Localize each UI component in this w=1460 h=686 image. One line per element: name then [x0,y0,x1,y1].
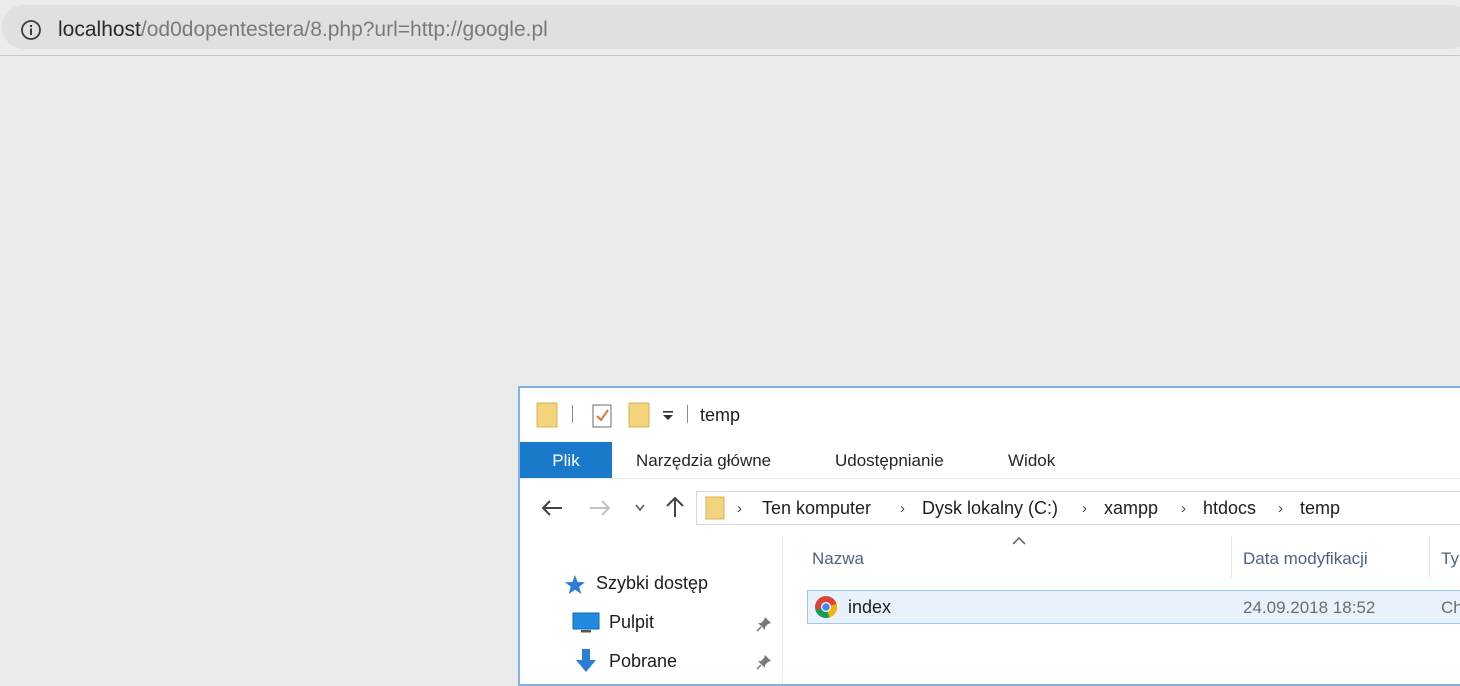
navigation-pane: Szybki dostęp Pulpit Pobrane [520,536,783,684]
up-arrow-icon[interactable] [664,495,686,519]
pin-icon[interactable] [756,616,772,632]
file-name: index [848,597,892,617]
breadcrumb-chevron-icon[interactable]: › [1181,500,1186,517]
column-header-name[interactable]: Nazwa [812,549,864,569]
url-host: localhost [58,18,141,41]
nav-item-downloads[interactable]: Pobrane [609,651,677,672]
folder-icon [536,402,558,428]
column-divider[interactable] [1231,536,1232,578]
pin-icon[interactable] [756,654,772,670]
file-explorer-window: temp Plik Narzędzia główne Udostępnianie… [518,386,1460,686]
title-bar: temp [520,388,1460,442]
tab-view[interactable]: Widok [1008,442,1055,478]
sort-ascending-icon [1012,537,1026,545]
file-date-modified: 24.09.2018 18:52 [1243,598,1376,617]
url-path: /od0dopentestera/8.php?url=http://google… [140,18,548,41]
ribbon-tabs: Plik Narzędzia główne Udostępnianie Wido… [520,442,1460,479]
chrome-icon [815,596,837,618]
breadcrumb-chevron-icon[interactable]: › [737,500,742,517]
folder-icon [705,496,725,520]
properties-icon[interactable] [592,402,612,428]
new-folder-icon[interactable] [628,402,650,428]
breadcrumb-xampp[interactable]: xampp [1104,498,1158,519]
nav-item-desktop[interactable]: Pulpit [609,612,654,633]
file-type: Ch [1441,598,1460,617]
address-bar[interactable]: localhost/od0dopentestera/8.php?url=http… [2,5,1460,49]
star-icon [565,575,585,594]
column-header-type[interactable]: Ty [1441,549,1459,569]
tab-share[interactable]: Udostępnianie [835,442,944,478]
forward-arrow-icon[interactable] [588,498,612,518]
breadcrumb-chevron-icon[interactable]: › [900,500,905,517]
breadcrumb-chevron-icon[interactable]: › [1082,500,1087,517]
download-arrow-icon [576,649,596,672]
breadcrumb-chevron-icon[interactable]: › [1278,500,1283,517]
breadcrumb-htdocs[interactable]: htdocs [1203,498,1256,519]
browser-toolbar: localhost/od0dopentestera/8.php?url=http… [0,0,1460,56]
info-icon[interactable] [20,19,42,41]
tab-home[interactable]: Narzędzia główne [636,442,771,478]
breadcrumb-local-disk[interactable]: Dysk lokalny (C:) [922,498,1058,519]
column-header-date-modified[interactable]: Data modyfikacji [1243,549,1368,569]
file-list: Nazwa Data modyfikacji Ty index 24.09.20… [783,536,1460,684]
nav-item-quick-access[interactable]: Szybki dostęp [596,573,708,594]
breadcrumb-this-pc[interactable]: Ten komputer [762,498,871,519]
toolbar-separator [572,405,573,423]
breadcrumb-temp[interactable]: temp [1300,498,1340,519]
customize-toolbar-dropdown-icon[interactable] [662,410,674,422]
table-row[interactable]: index 24.09.2018 18:52 Ch [807,590,1460,624]
breadcrumb[interactable]: › Ten komputer › Dysk lokalny (C:) › xam… [696,491,1460,525]
navigation-bar: › Ten komputer › Dysk lokalny (C:) › xam… [520,479,1460,535]
tab-file[interactable]: Plik [520,442,612,478]
back-arrow-icon[interactable] [540,498,564,518]
recent-locations-chevron-icon[interactable] [634,503,646,513]
url-text[interactable]: localhost/od0dopentestera/8.php?url=http… [58,18,548,42]
column-divider[interactable] [1429,536,1430,578]
window-title: temp [700,405,741,425]
desktop-icon [572,612,600,633]
toolbar-separator [687,405,688,423]
